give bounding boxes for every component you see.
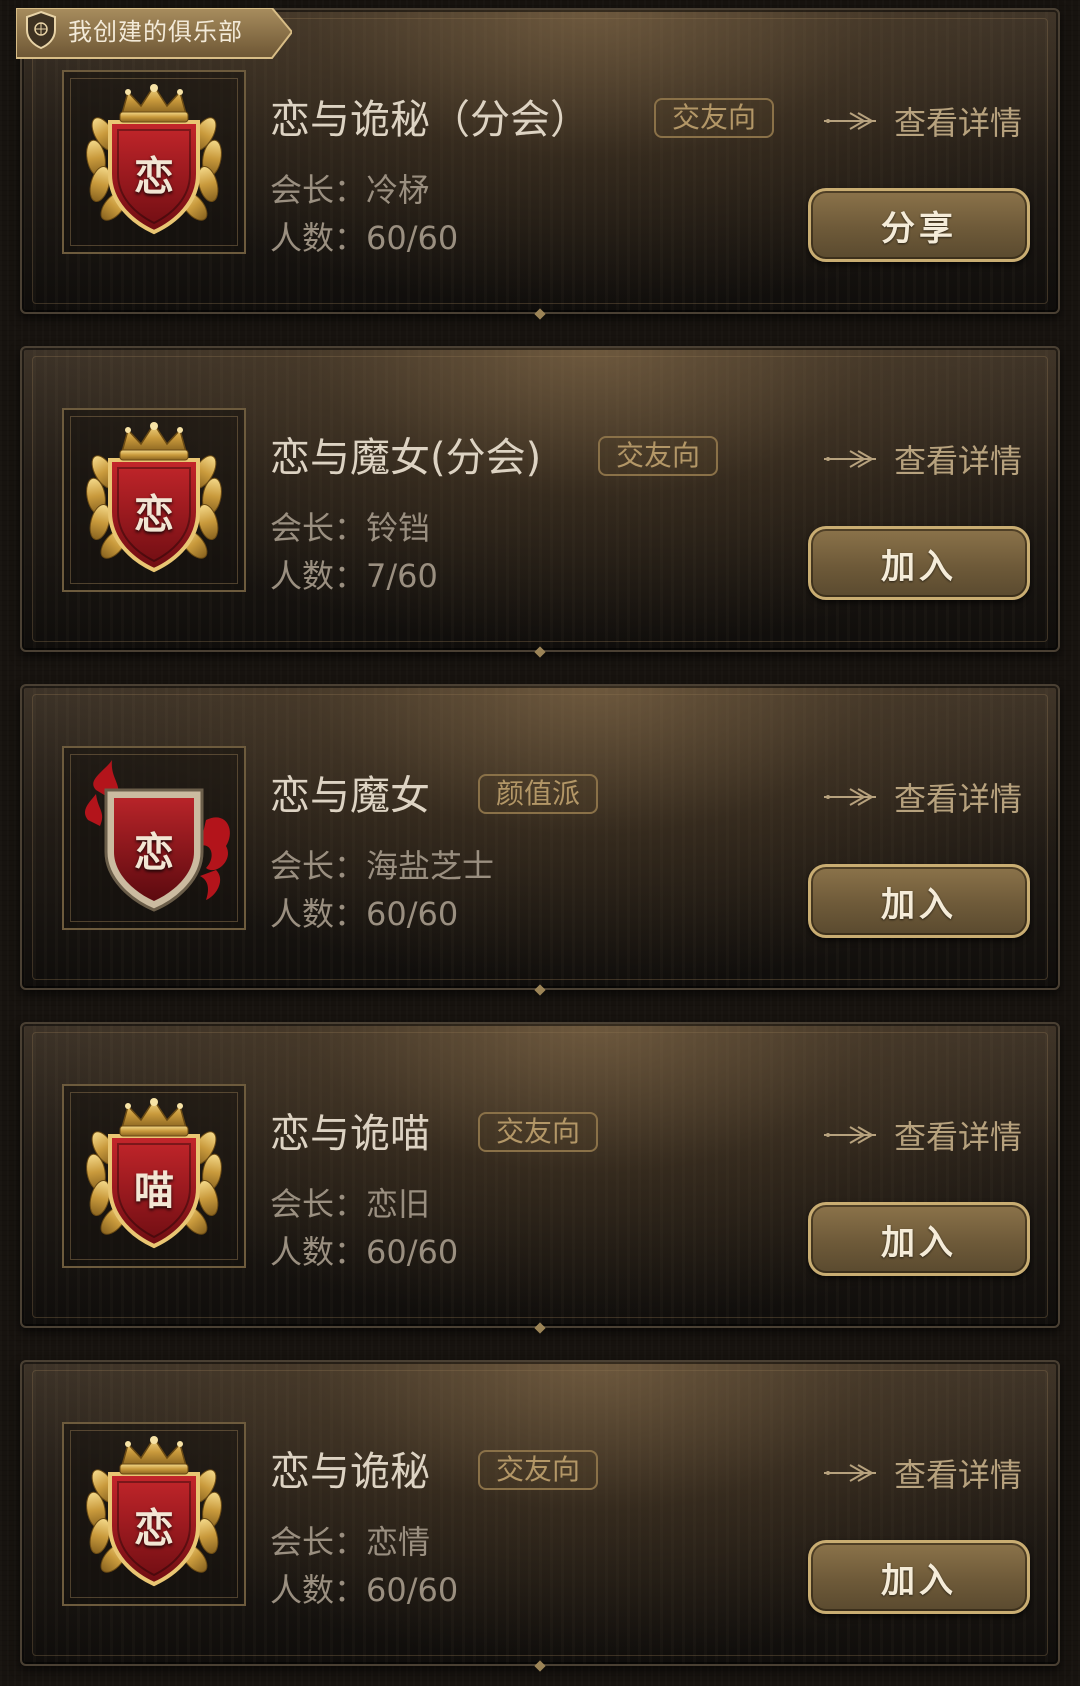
club-leader-line: 会长：海盐芝士 bbox=[270, 844, 494, 888]
club-members-line: 人数：60/60 bbox=[270, 1230, 458, 1274]
emblem-character: 恋 bbox=[134, 492, 174, 538]
arrow-right-icon bbox=[823, 1464, 876, 1482]
leader-name: 铃铛 bbox=[366, 509, 431, 547]
view-details-label: 查看详情 bbox=[893, 442, 1022, 480]
join-button[interactable]: 加入 bbox=[808, 864, 1030, 938]
action-button-label: 加入 bbox=[881, 546, 957, 587]
members-count: 60/60 bbox=[366, 895, 459, 933]
join-button[interactable]: 加入 bbox=[808, 526, 1030, 600]
view-details-label: 查看详情 bbox=[893, 1118, 1022, 1156]
club-tag: 交友向 bbox=[598, 436, 719, 476]
members-count: 60/60 bbox=[366, 1571, 459, 1609]
action-button-label: 加入 bbox=[881, 1222, 957, 1263]
card-divider-ornament bbox=[534, 984, 546, 996]
leader-name: 冷柕 bbox=[366, 171, 431, 209]
club-name: 恋与诡秘（分会） bbox=[270, 97, 590, 143]
view-details-label: 查看详情 bbox=[893, 780, 1022, 818]
section-title: 我创建的俱乐部 bbox=[68, 18, 243, 46]
members-label: 人数： bbox=[270, 1571, 367, 1609]
section-header-ribbon: 我创建的俱乐部 bbox=[16, 8, 292, 66]
leader-label: 会长： bbox=[270, 847, 367, 885]
card-divider-ornament bbox=[534, 1322, 546, 1334]
club-emblem: 恋 bbox=[62, 408, 246, 592]
club-emblem: 恋 bbox=[62, 1422, 246, 1606]
club-emblem: 恋 bbox=[62, 746, 246, 930]
emblem-character: 恋 bbox=[134, 830, 174, 876]
club-name: 恋与诡喵 bbox=[270, 1111, 430, 1157]
leader-label: 会长： bbox=[270, 1185, 367, 1223]
club-members-line: 人数：60/60 bbox=[270, 216, 458, 260]
club-leader-line: 会长：冷柕 bbox=[270, 168, 430, 212]
arrow-right-icon bbox=[823, 788, 876, 806]
members-label: 人数： bbox=[270, 1233, 367, 1271]
members-label: 人数： bbox=[270, 895, 367, 933]
leader-name: 恋旧 bbox=[366, 1185, 431, 1223]
club-card[interactable]: 恋 恋与魔女(分会) 交友向 会长：铃铛 人数：7/60 查看详情 加入 bbox=[20, 346, 1060, 658]
club-tag: 交友向 bbox=[654, 98, 775, 138]
club-card[interactable]: 恋 恋与诡秘 交友向 会长：恋情 人数：60/60 查看详情 加入 bbox=[20, 1360, 1060, 1672]
view-details-link[interactable]: 查看详情 bbox=[822, 774, 1022, 820]
leader-label: 会长： bbox=[270, 171, 367, 209]
card-divider-ornament bbox=[534, 646, 546, 658]
view-details-link[interactable]: 查看详情 bbox=[822, 436, 1022, 482]
club-tag: 交友向 bbox=[478, 1112, 599, 1152]
members-count: 60/60 bbox=[366, 1233, 459, 1271]
club-members-line: 人数：60/60 bbox=[270, 1568, 458, 1612]
club-shield-icon bbox=[26, 10, 56, 50]
club-leader-line: 会长：恋情 bbox=[270, 1520, 430, 1564]
club-members-line: 人数：60/60 bbox=[270, 892, 458, 936]
club-name: 恋与魔女(分会) bbox=[270, 435, 542, 481]
join-button[interactable]: 加入 bbox=[808, 1202, 1030, 1276]
emblem-character: 恋 bbox=[134, 1506, 174, 1552]
view-details-link[interactable]: 查看详情 bbox=[822, 1450, 1022, 1496]
card-divider-ornament bbox=[534, 1660, 546, 1672]
club-name: 恋与诡秘 bbox=[270, 1449, 430, 1495]
arrow-right-icon bbox=[823, 450, 876, 468]
leader-label: 会长： bbox=[270, 509, 367, 547]
club-leader-line: 会长：铃铛 bbox=[270, 506, 430, 550]
club-name: 恋与魔女 bbox=[270, 773, 430, 819]
club-leader-line: 会长：恋旧 bbox=[270, 1182, 430, 1226]
club-members-line: 人数：7/60 bbox=[270, 554, 438, 598]
action-button-label: 分享 bbox=[881, 208, 957, 249]
emblem-character: 喵 bbox=[134, 1168, 174, 1214]
leader-name: 恋情 bbox=[366, 1523, 431, 1561]
arrow-right-icon bbox=[823, 112, 876, 130]
members-count: 7/60 bbox=[366, 557, 438, 595]
view-details-link[interactable]: 查看详情 bbox=[822, 1112, 1022, 1158]
members-label: 人数： bbox=[270, 557, 367, 595]
view-details-label: 查看详情 bbox=[893, 104, 1022, 142]
club-card[interactable]: 喵 恋与诡喵 交友向 会长：恋旧 人数：60/60 查看详情 加入 bbox=[20, 1022, 1060, 1334]
arrow-right-icon bbox=[823, 1126, 876, 1144]
club-tag: 交友向 bbox=[478, 1450, 599, 1490]
card-divider-ornament bbox=[534, 308, 546, 320]
club-tag: 颜值派 bbox=[478, 774, 599, 814]
view-details-link[interactable]: 查看详情 bbox=[822, 98, 1022, 144]
emblem-character: 恋 bbox=[134, 154, 174, 200]
members-count: 60/60 bbox=[366, 219, 459, 257]
members-label: 人数： bbox=[270, 219, 367, 257]
share-button[interactable]: 分享 bbox=[808, 188, 1030, 262]
leader-label: 会长： bbox=[270, 1523, 367, 1561]
action-button-label: 加入 bbox=[881, 1560, 957, 1601]
club-card[interactable]: 恋 恋与魔女 颜值派 会长：海盐芝士 人数：60/60 查看详情 加入 bbox=[20, 684, 1060, 996]
join-button[interactable]: 加入 bbox=[808, 1540, 1030, 1614]
leader-name: 海盐芝士 bbox=[366, 847, 495, 885]
club-emblem: 喵 bbox=[62, 1084, 246, 1268]
action-button-label: 加入 bbox=[881, 884, 957, 925]
club-emblem: 恋 bbox=[62, 70, 246, 254]
view-details-label: 查看详情 bbox=[893, 1456, 1022, 1494]
